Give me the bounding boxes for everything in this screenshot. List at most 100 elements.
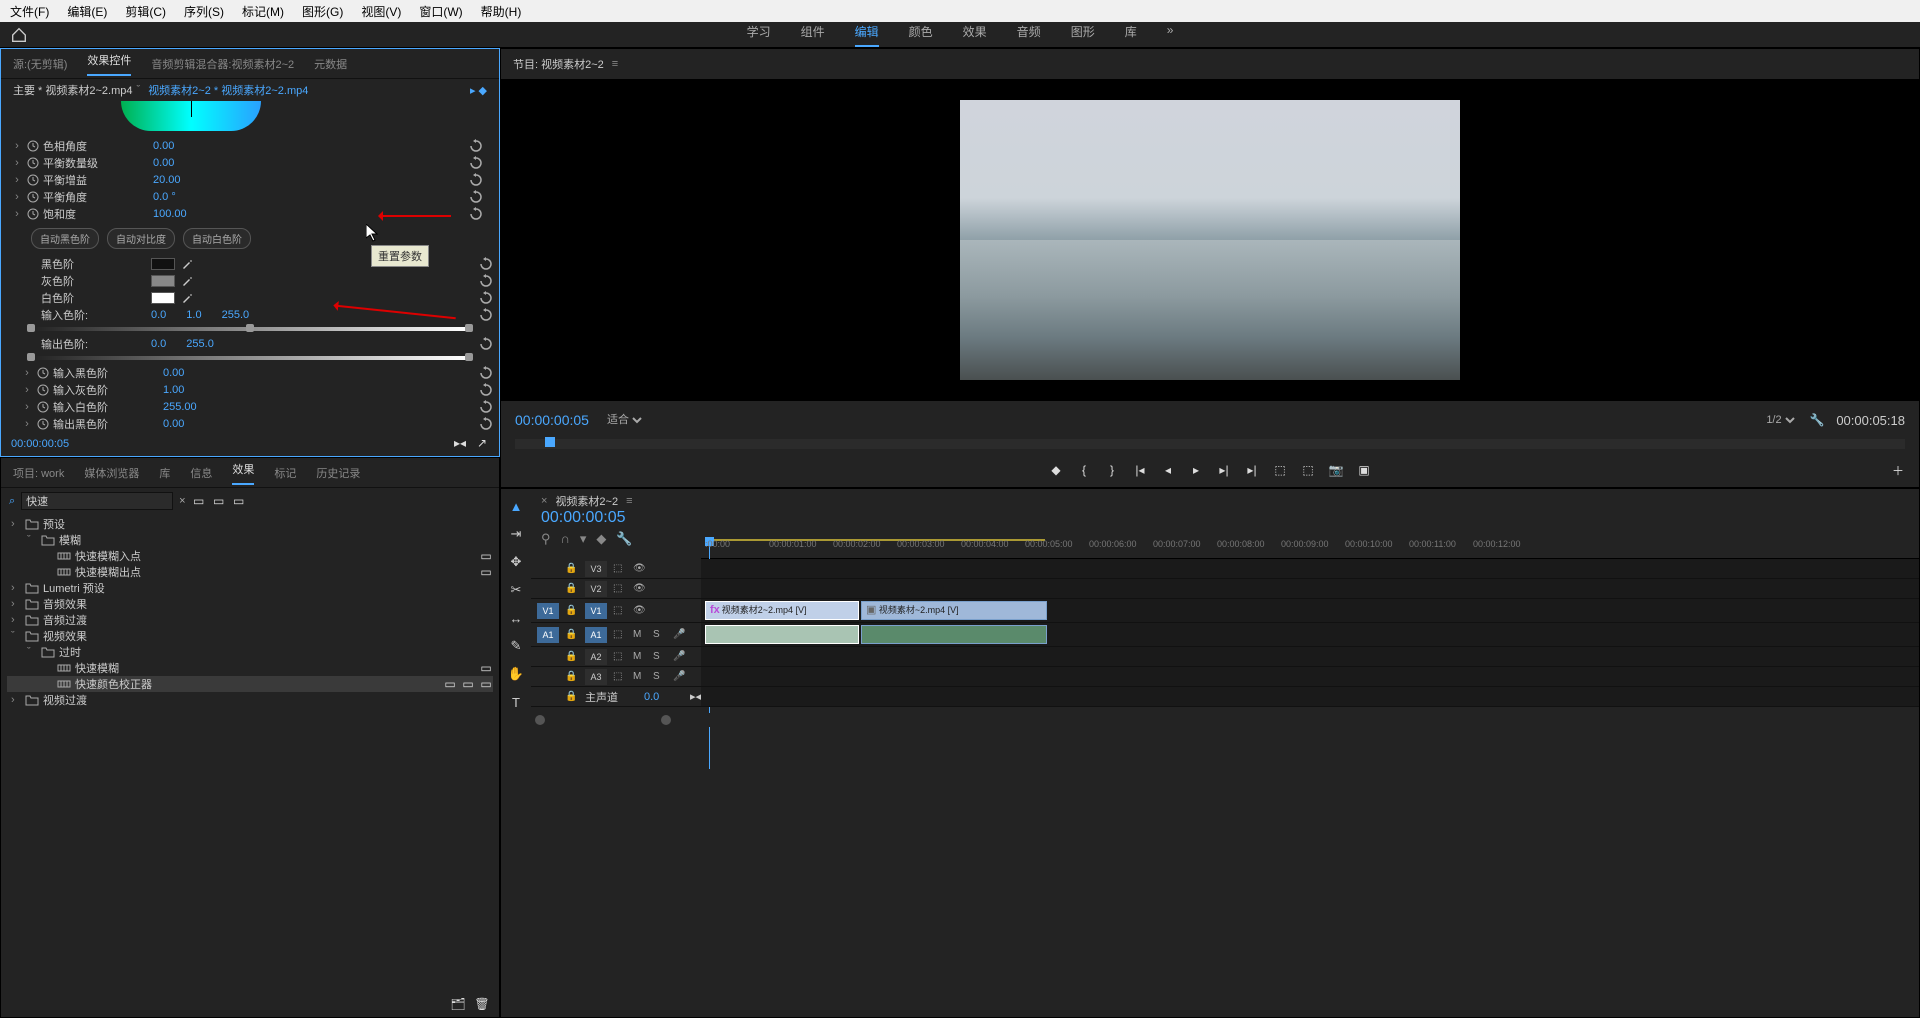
tab-audio-mixer[interactable]: 音频剪辑混合器:视频素材2~2 [151,56,294,72]
ripple-tool-icon[interactable]: ✥ [507,553,525,571]
menu-help[interactable]: 帮助(H) [481,3,522,20]
stopwatch-icon[interactable] [27,208,39,220]
tree-item[interactable]: 快速模糊出点 ▭ [7,564,493,580]
export-frame-icon[interactable]: 📷 [1329,463,1343,477]
reset-icon[interactable] [479,291,493,305]
mini-playhead-icon[interactable]: ▸ ◆ [470,84,487,97]
track-select-tool-icon[interactable]: ⇥ [507,525,525,543]
program-scrub-bar[interactable] [515,439,1905,449]
target-track[interactable]: V1 [585,603,607,619]
target-track[interactable]: A1 [585,627,607,643]
timeline-timecode[interactable]: 00:00:00:05 [541,509,1909,527]
expand-icon[interactable]: › [11,140,23,152]
panel-menu-icon[interactable]: ≡ [626,495,632,507]
tab-metadata[interactable]: 元数据 [314,56,347,72]
workspace-effects[interactable]: 效果 [963,23,987,47]
solo-button[interactable]: S [653,629,667,640]
caret-icon[interactable]: ˇ [27,646,37,658]
trash-icon[interactable]: 🗑 [475,997,489,1011]
slip-tool-icon[interactable]: ↔ [507,609,525,627]
program-canvas[interactable] [501,79,1919,401]
solo-button[interactable]: S [653,671,667,682]
param-value[interactable]: 1.00 [163,384,223,396]
workspace-assembly[interactable]: 组件 [801,23,825,47]
eye-icon[interactable]: 👁 [633,563,647,574]
lock-icon[interactable]: 🔒 [565,563,579,574]
target-track[interactable]: V2 [585,581,607,597]
workspace-audio[interactable]: 音频 [1017,23,1041,47]
sequence-tab[interactable]: 视频素材2~2 [555,493,618,509]
menu-view[interactable]: 视图(V) [361,3,401,20]
link-icon[interactable]: ∩ [561,531,570,547]
button-editor-icon[interactable]: ＋ [1891,463,1905,477]
razor-tool-icon[interactable]: ✂ [507,581,525,599]
tab-libraries[interactable]: 库 [159,465,170,481]
workspace-color[interactable]: 颜色 [909,23,933,47]
sync-lock-icon[interactable]: ⬚ [613,629,627,640]
reset-icon[interactable] [479,366,493,380]
tree-item[interactable]: 快速模糊 ▭ [7,660,493,676]
tab-history[interactable]: 历史记录 [316,465,360,481]
target-track[interactable]: A3 [585,669,607,685]
snap-icon[interactable]: ⚲ [541,531,551,547]
pen-tool-icon[interactable]: ✎ [507,637,525,655]
workspace-graphics[interactable]: 图形 [1071,23,1095,47]
wrench-icon[interactable]: 🔧 [616,531,632,547]
step-forward-icon[interactable]: ▸| [1217,463,1231,477]
target-track[interactable]: V3 [585,561,607,577]
voice-icon[interactable]: 🎤 [673,629,687,640]
export-frame-icon[interactable]: ↗ [475,436,489,450]
param-value[interactable]: 0.00 [163,418,223,430]
tree-item[interactable]: ˇ 视频效果 [7,628,493,644]
tab-effect-controls[interactable]: 效果控件 [87,52,131,76]
caret-icon[interactable]: › [11,582,21,594]
sync-lock-icon[interactable]: ⬚ [613,671,627,682]
stopwatch-icon[interactable] [37,367,49,379]
menu-edit[interactable]: 编辑(E) [67,3,107,20]
source-timecode[interactable]: 00:00:00:05 [1,432,499,456]
workspace-learn[interactable]: 学习 [747,23,771,47]
tab-markers[interactable]: 标记 [274,465,296,481]
stopwatch-icon[interactable] [27,157,39,169]
tree-item[interactable]: › Lumetri 预设 [7,580,493,596]
color-swatch[interactable] [151,258,175,270]
menu-sequence[interactable]: 序列(S) [184,3,224,20]
color-swatch[interactable] [151,275,175,287]
clip-audio[interactable] [705,625,859,644]
lock-icon[interactable]: 🔒 [565,605,579,616]
filter-badge-3-icon[interactable]: ▭ [232,494,246,508]
tree-item[interactable]: ˇ 模糊 [7,532,493,548]
hand-tool-icon[interactable]: ✋ [507,665,525,683]
track-body[interactable] [701,579,1919,598]
stopwatch-icon[interactable] [37,401,49,413]
clip-video[interactable]: ▣ 视频素材~2.mp4 [V] [861,601,1047,620]
lock-icon[interactable]: 🔒 [565,671,579,682]
menu-markers[interactable]: 标记(M) [242,3,284,20]
stopwatch-icon[interactable] [37,418,49,430]
expand-icon[interactable]: › [21,401,33,413]
caret-icon[interactable]: ˇ [27,534,37,546]
caret-icon[interactable]: › [11,614,21,626]
reset-icon[interactable] [479,337,493,351]
clip-audio[interactable] [861,625,1047,644]
sync-lock-icon[interactable]: ⬚ [613,563,627,574]
param-value[interactable]: 20.00 [153,174,213,186]
tab-info[interactable]: 信息 [190,465,212,481]
expand-icon[interactable]: › [21,384,33,396]
reset-icon[interactable] [479,417,493,431]
reset-icon[interactable] [469,207,483,221]
effects-search-input[interactable] [21,492,173,510]
eyedropper-icon[interactable] [181,275,193,287]
reset-icon[interactable] [479,308,493,322]
timeline-ruler[interactable]: :00:0000:00:01:0000:00:02:0000:00:03:000… [701,539,1919,559]
stopwatch-icon[interactable] [37,384,49,396]
menu-window[interactable]: 窗口(W) [419,3,462,20]
tab-effects[interactable]: 效果 [232,461,254,485]
reset-icon[interactable] [469,156,483,170]
tree-item[interactable]: ˇ 过时 [7,644,493,660]
expand-icon[interactable]: › [11,157,23,169]
param-value[interactable]: 0.0 ° [153,191,213,203]
sync-lock-icon[interactable]: ⬚ [613,651,627,662]
expand-icon[interactable]: › [11,208,23,220]
tree-item[interactable]: 快速模糊入点 ▭ [7,548,493,564]
